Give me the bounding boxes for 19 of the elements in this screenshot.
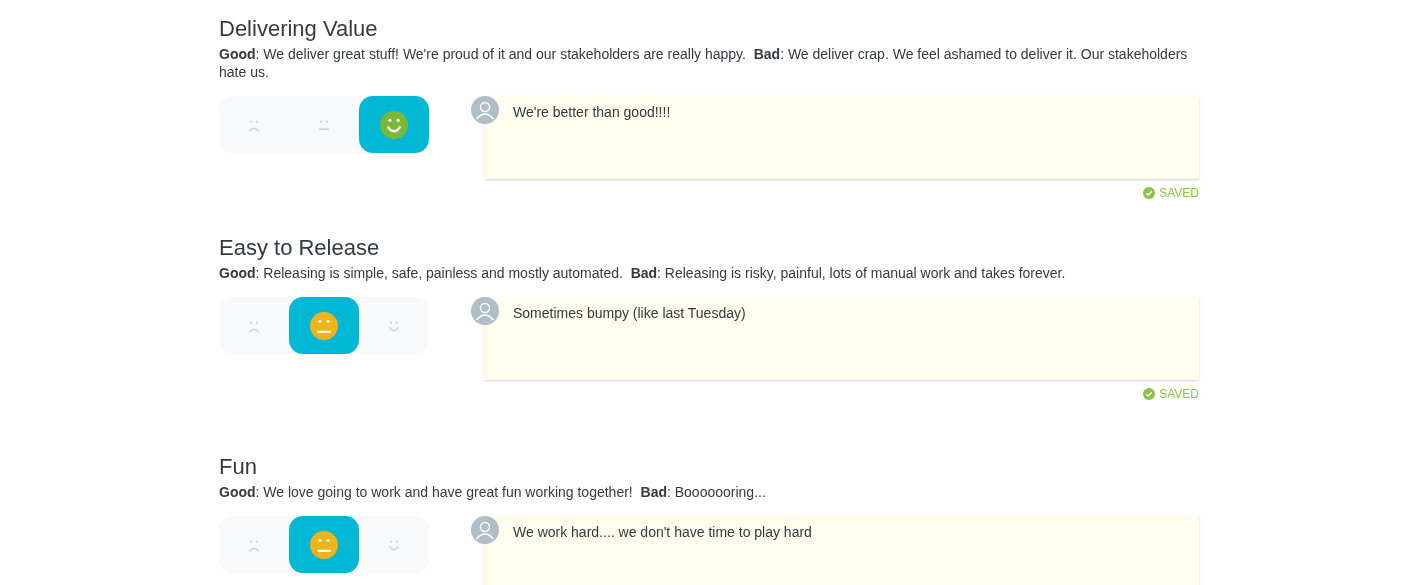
section-title: Easy to Release (219, 235, 381, 261)
section-title: Delivering Value (219, 16, 379, 42)
saved-status: SAVED (1159, 387, 1199, 401)
rating-option[interactable] (289, 297, 359, 354)
avatar-icon (471, 516, 499, 544)
avatar-icon (471, 96, 499, 124)
rating-option[interactable] (289, 516, 359, 573)
avatar-icon (471, 297, 499, 325)
section-description: Good: We love going to work and have great fun working together! Bad: Booooooring... (219, 483, 767, 501)
comment-box[interactable]: We're better than good!!!! (485, 96, 1199, 179)
check-circle-icon (1143, 187, 1156, 199)
saved-status: SAVED (1159, 186, 1199, 200)
check-circle-icon (1143, 388, 1156, 400)
section-description: Good: We deliver great stuff! We're proud of it and our stakeholders are really happy. Bad: We deliver crap. We feel ashamed to deliver it. Our stakeholders hate us. (219, 45, 1189, 81)
rating-option[interactable] (359, 96, 429, 153)
section-title: Fun (219, 454, 258, 480)
comment-box[interactable]: Sometimes bumpy (like last Tuesday) (485, 297, 1199, 380)
section-description: Good: Releasing is simple, safe, painless and mostly automated. Bad: Releasing is risky, painful, lots of manual work and takes forever. (219, 264, 1067, 282)
comment-box[interactable]: We work hard.... we don't have time to play hard (485, 516, 1199, 585)
